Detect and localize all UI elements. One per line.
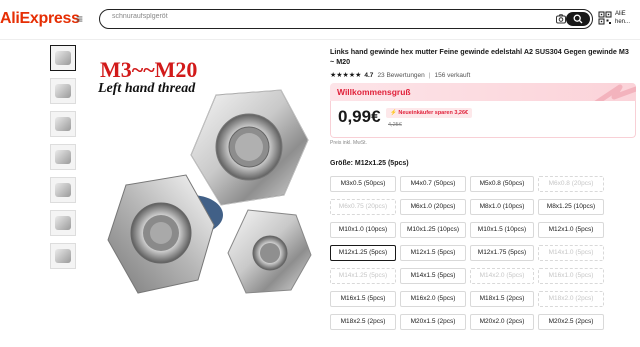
thumbnail-image <box>55 183 71 197</box>
qr-code-icon[interactable] <box>598 11 612 25</box>
size-option: M6x0.75 (20pcs) <box>330 199 396 215</box>
size-option[interactable]: M18x2.5 (2pcs) <box>330 314 396 330</box>
rating-value: 4.7 <box>364 71 374 79</box>
size-option[interactable]: M8x1.25 (10pcs) <box>538 199 604 215</box>
welcome-deal-title: Willkommensgruß <box>337 87 411 97</box>
app-download-link[interactable]: AliE hen... <box>615 10 630 26</box>
thumbnail-2[interactable] <box>50 78 76 104</box>
thumbnail-image <box>55 150 71 164</box>
main-product-image[interactable]: M3~~M20 Left hand thread <box>86 45 321 345</box>
separator: | <box>428 71 431 79</box>
current-price: 0,99€ <box>338 107 381 126</box>
image-headline: M3~~M20 <box>100 57 198 82</box>
rating-stars: ★★★★★ <box>330 72 362 79</box>
size-option: M16x1.0 (5pcs) <box>538 268 604 284</box>
size-option[interactable]: M12x1.5 (5pcs) <box>400 245 466 261</box>
product-title: Links hand gewinde hex mutter Feine gewi… <box>330 47 629 66</box>
size-option[interactable]: M10x1.25 (10pcs) <box>400 222 466 238</box>
thumbnail-6[interactable] <box>50 210 76 236</box>
new-buyer-text: Neueinkäufer sparen 3,26€ <box>398 110 469 116</box>
search-button[interactable] <box>566 12 590 26</box>
header-bar: AliExpress ≡ AliE hen... <box>0 0 640 40</box>
size-option[interactable]: M10x1.5 (10pcs) <box>470 222 534 238</box>
image-subheadline: Left hand thread <box>98 81 196 96</box>
thumbnail-image <box>55 117 71 131</box>
size-option[interactable]: M12x1.25 (5pcs) <box>330 245 396 261</box>
thumbnail-image <box>55 216 71 230</box>
size-option: M14x1.25 (5pcs) <box>330 268 396 284</box>
search-bar <box>99 9 593 29</box>
size-option[interactable]: M20x2.5 (2pcs) <box>538 314 604 330</box>
size-option: M18x2.0 (2pcs) <box>538 291 604 307</box>
size-label: Größe: M12x1.25 (5pcs) <box>330 160 409 167</box>
size-option[interactable]: M14x1.5 (5pcs) <box>400 268 466 284</box>
menu-icon[interactable]: ≡ <box>76 12 83 26</box>
size-option[interactable]: M12x1.0 (5pcs) <box>538 222 604 238</box>
size-option: M14x2.0 (5pcs) <box>470 268 534 284</box>
size-option[interactable]: M18x1.5 (2pcs) <box>470 291 534 307</box>
thumbnail-image <box>55 84 71 98</box>
size-option: M14x1.0 (5pcs) <box>538 245 604 261</box>
thumbnail-5[interactable] <box>50 177 76 203</box>
size-option[interactable]: M12x1.75 (5pcs) <box>470 245 534 261</box>
size-option[interactable]: M4x0.7 (50pcs) <box>400 176 466 192</box>
rating-row: ★★★★★ 4.7 23 Bewertungen | 156 verkauft <box>330 70 470 80</box>
welcome-deal-header: Willkommensgruß <box>330 83 636 109</box>
review-count-link[interactable]: 23 Bewertungen <box>377 72 424 79</box>
size-option[interactable]: M16x2.0 (5pcs) <box>400 291 466 307</box>
new-buyer-badge: ⚡ Neueinkäufer sparen 3,26€ <box>386 108 473 118</box>
size-option[interactable]: M20x2.0 (2pcs) <box>470 314 534 330</box>
size-option[interactable]: M6x1.0 (20pcs) <box>400 199 466 215</box>
search-input[interactable] <box>112 13 512 20</box>
sold-count: 156 verkauft <box>434 71 471 79</box>
size-option[interactable]: M16x1.5 (5pcs) <box>330 291 396 307</box>
thumbnail-4[interactable] <box>50 144 76 170</box>
thumbnail-1[interactable] <box>50 45 76 71</box>
size-option[interactable]: M5x0.8 (50pcs) <box>470 176 534 192</box>
size-option[interactable]: M10x1.0 (10pcs) <box>330 222 396 238</box>
thumbnail-image <box>55 249 71 263</box>
size-option: M6x0.8 (20pcs) <box>538 176 604 192</box>
app-line-2: hen... <box>615 19 631 25</box>
size-option[interactable]: M8x1.0 (10pcs) <box>470 199 534 215</box>
thumbnail-3[interactable] <box>50 111 76 137</box>
app-line-1: AliE <box>615 11 626 17</box>
search-icon <box>573 14 583 24</box>
aliexpress-logo[interactable]: AliExpress <box>0 10 80 28</box>
price-box: 0,99€ ⚡ Neueinkäufer sparen 3,26€ 4,25€ <box>330 101 636 138</box>
size-option[interactable]: M3x0.5 (50pcs) <box>330 176 396 192</box>
vat-note: Preis inkl. MwSt. <box>330 140 367 146</box>
original-price: 4,25€ <box>388 122 402 128</box>
welcome-deal-banner: Willkommensgruß 0,99€ ⚡ Neueinkäufer spa… <box>330 83 636 138</box>
thumbnail-image <box>55 51 71 65</box>
thumbnail-7[interactable] <box>50 243 76 269</box>
size-option[interactable]: M20x1.5 (2pcs) <box>400 314 466 330</box>
